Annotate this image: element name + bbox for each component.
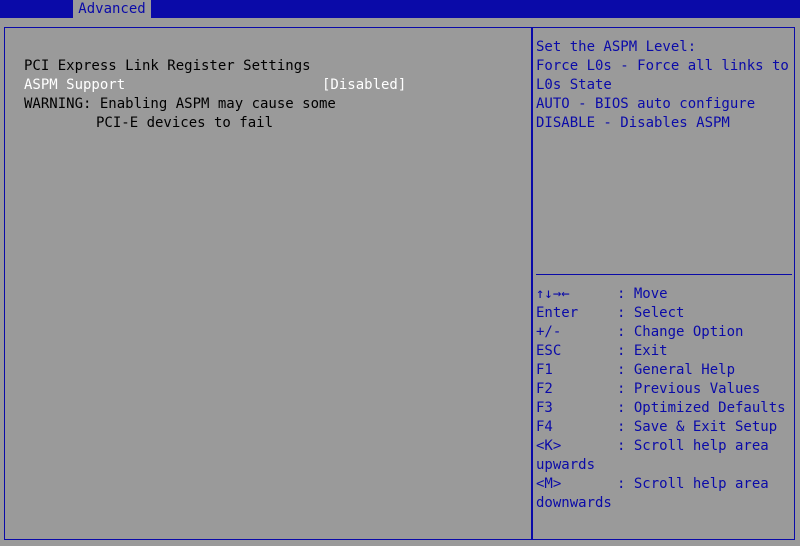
warning-line-2: PCI-E devices to fail [96, 115, 274, 131]
key-desc: : Save & Exit Setup [617, 419, 778, 435]
setting-label: ASPM Support [24, 77, 126, 93]
vertical-divider [531, 28, 533, 539]
section-title: PCI Express Link Register Settings [24, 58, 311, 74]
key-enter: Enter [536, 305, 579, 321]
help-line: Force L0s - Force all links to [536, 58, 789, 74]
key-desc: : Select [617, 305, 685, 321]
setting-value[interactable]: [Disabled] [322, 76, 406, 95]
key-plus-minus: +/- [536, 324, 562, 340]
help-line: AUTO - BIOS auto configure [536, 96, 756, 112]
tab-advanced[interactable]: Advanced [73, 0, 151, 18]
key-desc: : Scroll help area [617, 476, 769, 492]
help-line: DISABLE - Disables ASPM [536, 115, 730, 131]
key-arrows: ↑↓→← [536, 286, 570, 302]
key-k-continued: upwards [536, 457, 596, 473]
key-f2: F2 [536, 381, 553, 397]
key-f1: F1 [536, 362, 553, 378]
key-desc: : General Help [617, 362, 736, 378]
warning-line-1: WARNING: Enabling ASPM may cause some [24, 96, 336, 112]
key-m-continued: downwards [536, 495, 612, 511]
help-line: Set the ASPM Level: [536, 39, 697, 55]
key-desc: : Scroll help area [617, 438, 769, 454]
key-m: <M> [536, 476, 562, 492]
key-k: <K> [536, 438, 562, 454]
key-desc: : Optimized Defaults [617, 400, 786, 416]
help-divider [536, 274, 792, 275]
key-desc: : Change Option [617, 324, 744, 340]
key-desc: : Previous Values [617, 381, 761, 397]
key-desc: : Move [617, 286, 668, 302]
top-menu-bar: Advanced [0, 0, 800, 18]
key-esc: ESC [536, 343, 562, 359]
key-f3: F3 [536, 400, 553, 416]
help-line: L0s State [536, 77, 612, 93]
key-desc: : Exit [617, 343, 668, 359]
key-f4: F4 [536, 419, 553, 435]
